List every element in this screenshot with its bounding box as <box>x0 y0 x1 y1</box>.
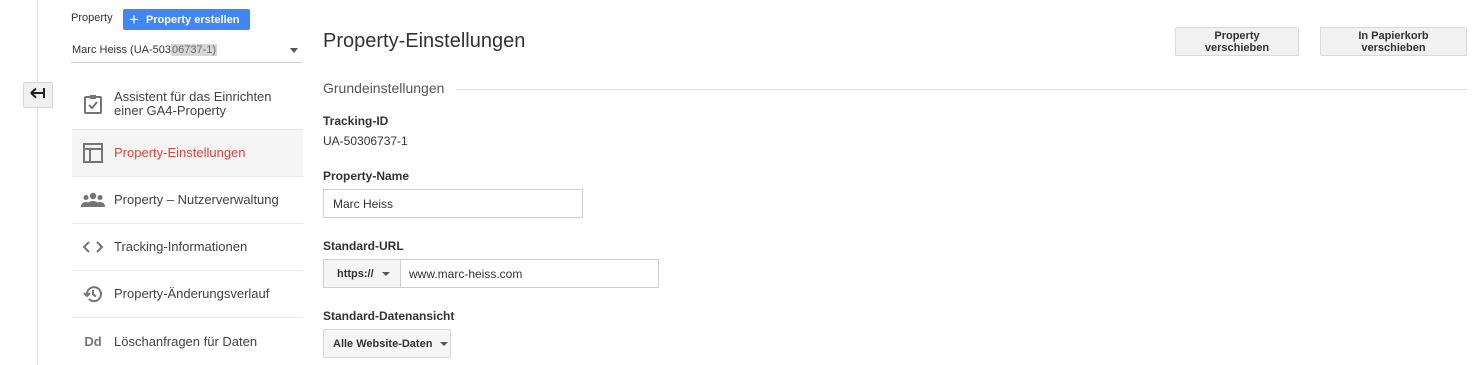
property-selector[interactable]: Marc Heiss (UA-503 06737-1) <box>71 37 302 63</box>
default-url-label: Standard-URL <box>323 239 404 253</box>
property-selector-redacted: 06737-1) <box>171 43 218 56</box>
create-property-button[interactable]: + Property erstellen <box>123 9 250 30</box>
back-button[interactable] <box>23 82 53 108</box>
code-icon <box>72 240 114 254</box>
history-icon <box>72 284 114 304</box>
nav-item-data-deletion[interactable]: Dd Löschanfragen für Daten <box>72 318 303 365</box>
property-name-input[interactable] <box>323 189 583 218</box>
chevron-down-icon <box>381 271 390 276</box>
nav-item-label: Property – Nutzerverwaltung <box>114 192 279 207</box>
nav-item-label: Tracking-Informationen <box>114 239 248 254</box>
page-title: Property-Einstellungen <box>323 30 526 52</box>
chevron-down-icon <box>290 48 298 53</box>
checklist-icon <box>72 93 114 115</box>
default-view-select[interactable]: Alle Website-Daten <box>323 329 451 358</box>
nav-item-label: Assistent für das Einrichten einer GA4-Pr… <box>114 88 272 118</box>
back-arrow-icon <box>30 86 46 104</box>
default-view-value: Alle Website-Daten <box>333 337 433 350</box>
nav-item-user-management[interactable]: Property – Nutzerverwaltung <box>72 177 303 224</box>
plus-icon: + <box>129 9 139 29</box>
nav-item-change-history[interactable]: Property-Änderungsverlauf <box>72 271 303 318</box>
tracking-id-label: Tracking-ID <box>323 114 389 128</box>
create-property-label: Property erstellen <box>145 13 240 26</box>
section-title: Grundeinstellungen <box>323 80 457 96</box>
nav-item-label-line2: einer GA4-Property <box>114 102 226 118</box>
property-name-label: Property-Name <box>323 169 410 183</box>
default-url-group: https:// <box>323 259 659 288</box>
default-url-input[interactable] <box>401 260 658 287</box>
layout-icon <box>72 143 114 163</box>
nav-item-ga4-assistant[interactable]: Assistent für das Einrichten einer GA4-Pr… <box>72 78 303 130</box>
tracking-id-value: UA-50306737-1 <box>323 134 408 148</box>
nav-item-label-line1: Assistent für das Einrichten <box>114 88 272 104</box>
move-property-button[interactable]: Property verschieben <box>1175 27 1299 56</box>
property-label: Property <box>71 12 113 24</box>
default-view-label: Standard-Datenansicht <box>323 309 455 323</box>
nav-item-tracking-info[interactable]: Tracking-Informationen <box>72 224 303 271</box>
dd-icon-text: Dd <box>84 334 102 349</box>
protocol-select[interactable]: https:// <box>324 260 401 287</box>
vertical-rail <box>37 0 38 365</box>
protocol-select-value: https:// <box>337 267 374 280</box>
nav-item-label: Property-Einstellungen <box>114 145 246 160</box>
nav-item-property-settings[interactable]: Property-Einstellungen <box>72 130 303 177</box>
property-nav: Assistent für das Einrichten einer GA4-Pr… <box>72 78 303 365</box>
nav-item-label: Löschanfragen für Daten <box>114 333 258 349</box>
dd-icon: Dd <box>72 334 114 349</box>
people-icon <box>72 192 114 208</box>
move-to-trash-button[interactable]: In Papierkorb verschieben <box>1320 27 1467 56</box>
nav-item-label: Property-Änderungsverlauf <box>114 286 270 301</box>
section-divider <box>323 89 1467 90</box>
chevron-down-icon <box>440 341 449 346</box>
property-selector-value: Marc Heiss (UA-503 <box>72 43 172 56</box>
